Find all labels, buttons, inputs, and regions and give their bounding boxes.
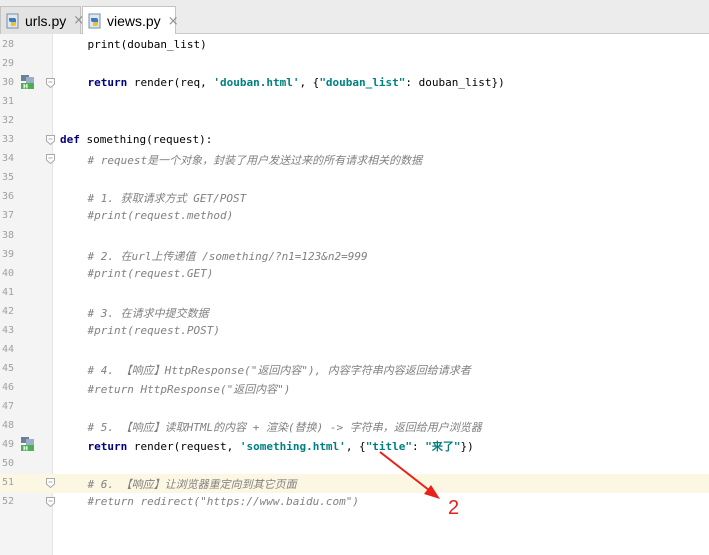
annotation-number: 2	[448, 497, 460, 519]
annotation-arrow	[379, 451, 440, 499]
